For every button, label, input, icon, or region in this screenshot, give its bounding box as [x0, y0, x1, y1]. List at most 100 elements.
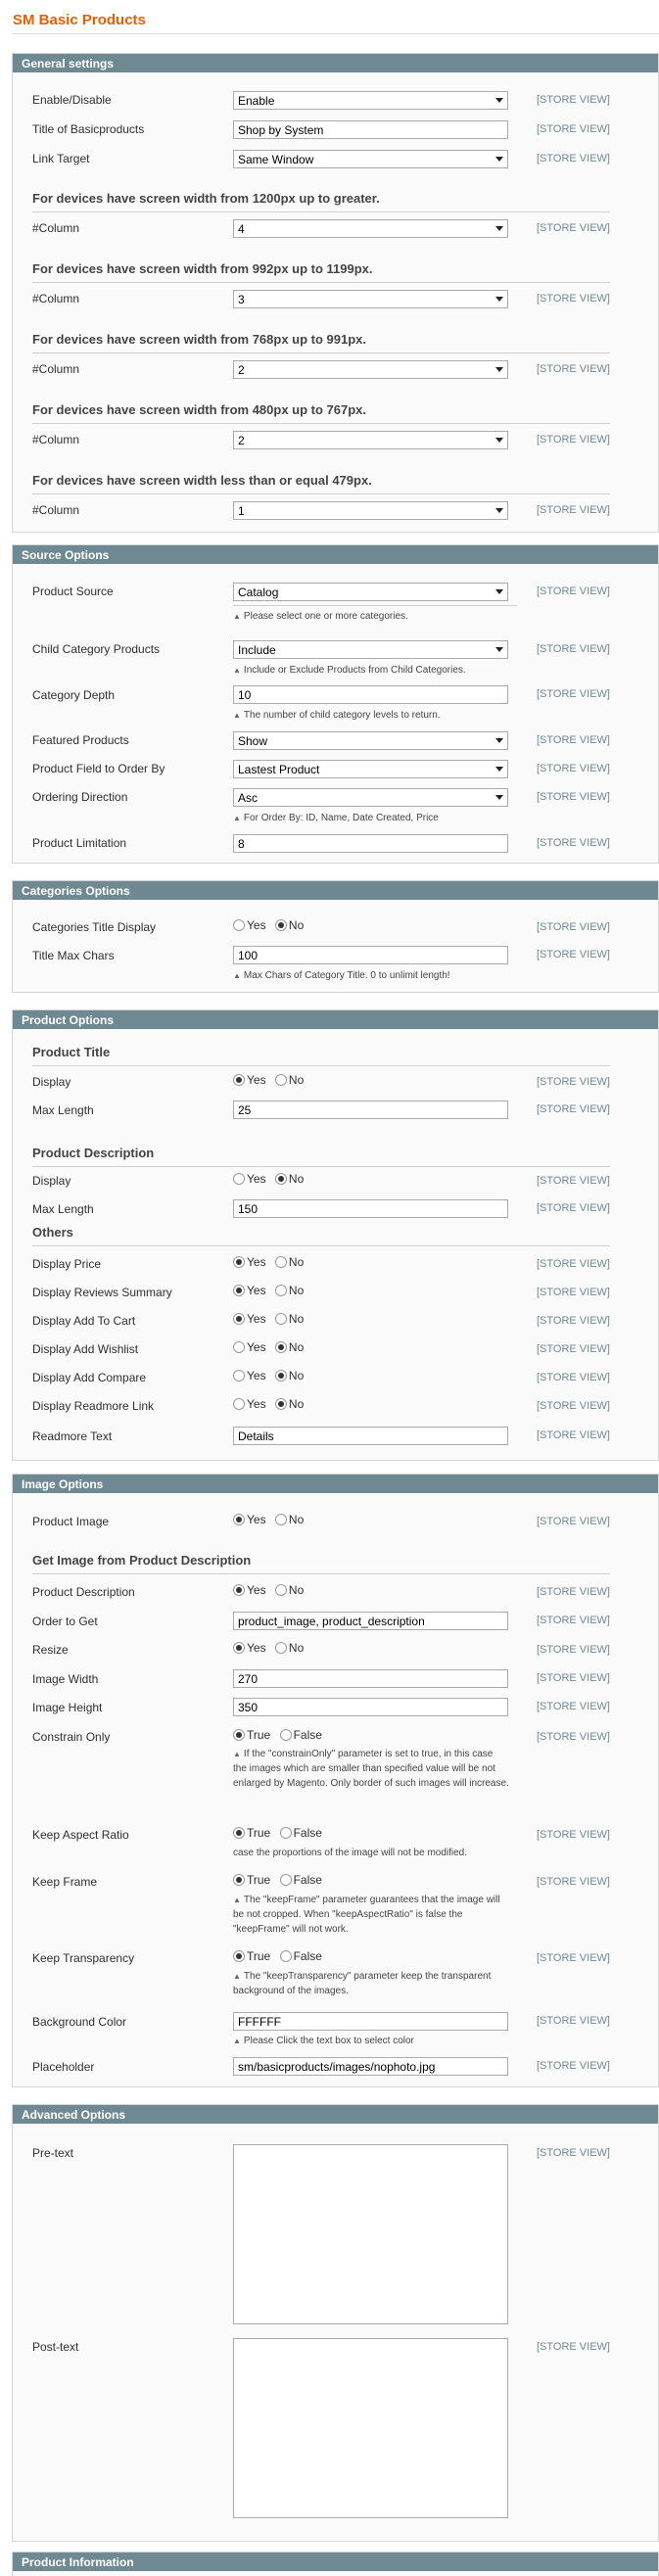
yes-option[interactable]: Yes	[233, 1255, 266, 1269]
column-select-479[interactable]: 1	[233, 501, 508, 520]
yes-radio[interactable]	[233, 1285, 245, 1296]
yes-radio[interactable]	[233, 1370, 245, 1382]
column-select-1200[interactable]: 4	[233, 219, 508, 238]
product-options-header[interactable]: Product Options	[13, 1010, 658, 1029]
yes-radio[interactable]	[233, 1398, 245, 1410]
no-option[interactable]: No	[274, 1340, 304, 1354]
yes-option[interactable]: Yes	[233, 1284, 266, 1297]
yes-radio[interactable]	[233, 1642, 245, 1654]
title-max-length-input[interactable]	[233, 1101, 508, 1119]
no-radio[interactable]	[274, 1341, 287, 1353]
yes-option[interactable]: Yes	[233, 1312, 266, 1326]
false-radio[interactable]	[279, 1874, 292, 1886]
no-radio[interactable]	[274, 1313, 287, 1325]
yes-option[interactable]: Yes	[233, 1073, 266, 1087]
true-option[interactable]: True	[233, 1949, 270, 1963]
order-by-select[interactable]: Lastest Product	[233, 760, 508, 778]
readmore-text-input[interactable]	[233, 1427, 508, 1445]
column-select-992[interactable]: 3	[233, 290, 508, 308]
yes-radio[interactable]	[233, 1341, 245, 1353]
title-max-chars-input[interactable]	[233, 946, 508, 964]
category-depth-input[interactable]	[233, 685, 508, 704]
no-radio[interactable]	[274, 1584, 287, 1596]
yes-option[interactable]: Yes	[233, 1641, 266, 1655]
no-option[interactable]: No	[274, 1513, 304, 1526]
column-select-768[interactable]: 2	[233, 360, 508, 379]
product-limitation-input[interactable]	[233, 834, 508, 853]
yes-option[interactable]: Yes	[233, 1397, 266, 1411]
yes-option[interactable]: Yes	[233, 1369, 266, 1382]
child-category-select[interactable]: Include	[233, 640, 508, 659]
no-option[interactable]: No	[274, 1397, 304, 1411]
true-radio[interactable]	[233, 1950, 245, 1962]
yes-radio[interactable]	[233, 1256, 245, 1268]
column-select-480[interactable]: 2	[233, 431, 508, 449]
yes-option[interactable]: Yes	[233, 1172, 266, 1186]
image-options-header[interactable]: Image Options	[13, 1475, 658, 1493]
no-option[interactable]: No	[274, 1284, 304, 1297]
pre-text-textarea[interactable]	[233, 2144, 508, 2324]
image-width-input[interactable]	[233, 1669, 508, 1688]
yes-radio[interactable]	[233, 1514, 245, 1525]
no-option[interactable]: No	[274, 1255, 304, 1269]
no-radio[interactable]	[274, 1074, 287, 1086]
true-radio[interactable]	[233, 1729, 245, 1741]
false-option[interactable]: False	[279, 1873, 322, 1887]
false-option[interactable]: False	[279, 1826, 322, 1840]
product-information-header[interactable]: Product Information	[13, 2553, 658, 2571]
true-option[interactable]: True	[233, 1728, 270, 1742]
true-option[interactable]: True	[233, 1873, 270, 1887]
yes-option[interactable]: Yes	[233, 1513, 266, 1526]
no-radio[interactable]	[274, 919, 287, 931]
background-color-input[interactable]	[233, 2012, 508, 2031]
no-radio[interactable]	[274, 1285, 287, 1296]
desc-max-length-input[interactable]	[233, 1199, 508, 1218]
placeholder-input[interactable]	[233, 2057, 508, 2076]
no-option[interactable]: No	[274, 1172, 304, 1186]
yes-radio[interactable]	[233, 919, 245, 931]
yes-option[interactable]: Yes	[233, 1340, 266, 1354]
enable-select[interactable]: Enable	[233, 91, 508, 110]
post-text-textarea[interactable]	[233, 2338, 508, 2518]
no-option[interactable]: No	[274, 1073, 304, 1087]
yes-option[interactable]: Yes	[233, 1583, 266, 1597]
no-radio[interactable]	[274, 1398, 287, 1410]
no-radio[interactable]	[274, 1173, 287, 1185]
featured-products-select[interactable]: Show	[233, 731, 508, 750]
image-height-input[interactable]	[233, 1698, 508, 1716]
no-radio[interactable]	[274, 1642, 287, 1654]
yes-radio[interactable]	[233, 1074, 245, 1086]
order-to-get-input[interactable]	[233, 1612, 508, 1630]
true-option[interactable]: True	[233, 1826, 270, 1840]
yes-option[interactable]: Yes	[233, 918, 266, 932]
link-target-select[interactable]: Same Window	[233, 150, 508, 168]
true-radio[interactable]	[233, 1874, 245, 1886]
yes-radio[interactable]	[233, 1173, 245, 1185]
yes-radio[interactable]	[233, 1313, 245, 1325]
advanced-options-header[interactable]: Advanced Options	[13, 2105, 658, 2124]
no-option[interactable]: No	[274, 1583, 304, 1597]
no-radio[interactable]	[274, 1256, 287, 1268]
no-option[interactable]: No	[274, 1641, 304, 1655]
source-options-header[interactable]: Source Options	[13, 545, 658, 564]
no-option[interactable]: No	[274, 918, 305, 932]
no-option[interactable]: No	[274, 1312, 304, 1326]
false-option[interactable]: False	[279, 1728, 322, 1742]
radio-label: No	[288, 918, 305, 932]
general-settings-header[interactable]: General settings	[13, 54, 658, 72]
ordering-direction-select[interactable]: Asc	[233, 788, 508, 807]
no-radio[interactable]	[274, 1370, 287, 1382]
false-radio[interactable]	[279, 1950, 292, 1962]
keep-frame-label: Keep Frame	[32, 1875, 98, 1889]
note-text: The number of child category levels to r…	[243, 710, 441, 721]
false-option[interactable]: False	[279, 1949, 322, 1963]
false-radio[interactable]	[279, 1827, 292, 1839]
true-radio[interactable]	[233, 1827, 245, 1839]
no-radio[interactable]	[274, 1514, 287, 1525]
product-source-select[interactable]: Catalog	[233, 583, 508, 601]
false-radio[interactable]	[279, 1729, 292, 1741]
categories-options-header[interactable]: Categories Options	[13, 881, 658, 900]
title-input[interactable]	[233, 120, 508, 139]
yes-radio[interactable]	[233, 1584, 245, 1596]
no-option[interactable]: No	[274, 1369, 304, 1382]
